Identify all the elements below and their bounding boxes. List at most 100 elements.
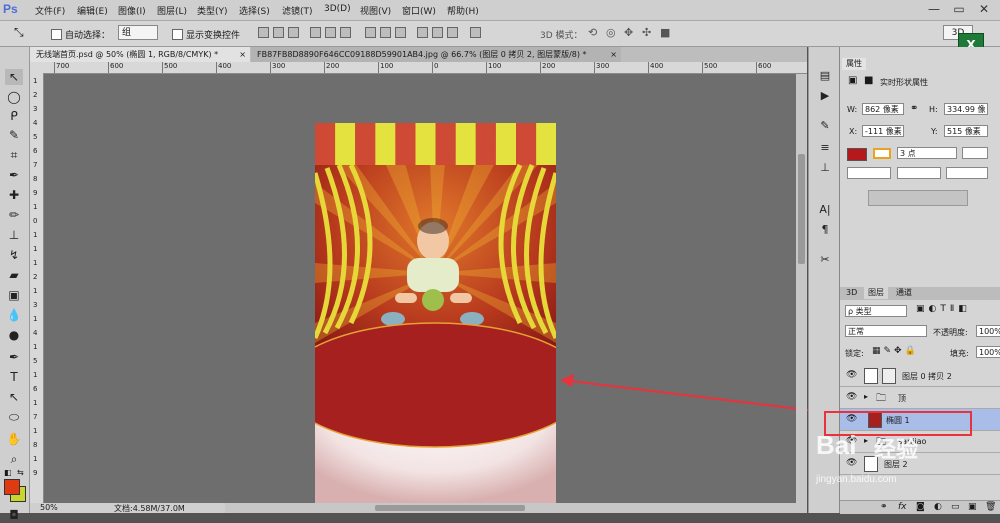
zoom-tool-icon[interactable]: ⌕	[5, 451, 23, 467]
horizontal-scroll-thumb[interactable]	[375, 505, 525, 511]
menu-file[interactable]: 文件(F)	[35, 4, 65, 17]
link-dimensions-icon[interactable]: ⚭	[910, 103, 918, 114]
vertical-scrollbar[interactable]	[796, 74, 807, 503]
move-tool-icon[interactable]: ↖	[5, 69, 23, 85]
tab-channels[interactable]: 通道	[892, 287, 916, 299]
mask-properties-icon[interactable]: ■	[864, 75, 873, 86]
menu-image[interactable]: 图像(I)	[118, 4, 146, 17]
menu-edit[interactable]: 编辑(E)	[77, 4, 108, 17]
adjustment-icon[interactable]: ◐	[934, 502, 942, 512]
brush-panel-icon[interactable]: ✎	[817, 119, 833, 133]
visibility-eye-icon[interactable]: 👁	[846, 392, 857, 402]
y-field[interactable]: 515 像素	[944, 125, 988, 137]
lock-icons[interactable]: ▦✎✥🔒	[872, 346, 919, 356]
layer-name[interactable]: 图层 0 拷贝 2	[902, 371, 952, 382]
crop-tool-icon[interactable]: ⌗	[5, 147, 23, 163]
menu-window[interactable]: 窗口(W)	[402, 4, 436, 17]
quick-mask-icon[interactable]: ◘	[5, 507, 23, 523]
visibility-eye-icon[interactable]: 👁	[846, 370, 857, 380]
foreground-color-swatch[interactable]	[4, 479, 20, 495]
stroke-size-field[interactable]: 3 点	[897, 147, 957, 159]
3d-roll-icon[interactable]: ◎	[606, 26, 616, 39]
layer-name[interactable]: 顶	[898, 393, 906, 404]
auto-select-dropdown[interactable]: 组	[118, 25, 158, 40]
vertical-scroll-thumb[interactable]	[798, 154, 805, 264]
align-hcenter-icon[interactable]	[325, 27, 336, 38]
layer-filter-dropdown[interactable]: ρ 类型	[845, 305, 907, 317]
auto-select-checkbox[interactable]	[51, 29, 62, 40]
stroke-type-dropdown[interactable]	[962, 147, 988, 159]
3d-slide-icon[interactable]: ✣	[642, 26, 651, 39]
x-field[interactable]: -111 像素	[862, 125, 904, 137]
tab-active-document[interactable]: 无线端首页.psd @ 50% (椭圆 1, RGB/8/CMYK) * ×	[30, 47, 250, 62]
menu-help[interactable]: 帮助(H)	[447, 4, 479, 17]
align-top-icon[interactable]	[258, 27, 269, 38]
3d-rotate-icon[interactable]: ⟲	[588, 26, 597, 39]
brush-presets-icon[interactable]: ≡	[817, 141, 833, 155]
height-field[interactable]: 334.99 像	[944, 103, 988, 115]
auto-align-icon[interactable]	[470, 27, 481, 38]
marquee-tool-icon[interactable]: ◯	[5, 89, 23, 105]
distribute-top-icon[interactable]	[365, 27, 376, 38]
healing-brush-tool-icon[interactable]: ✚	[5, 187, 23, 203]
distribute-vcenter-icon[interactable]	[380, 27, 391, 38]
minimize-button[interactable]: —	[923, 1, 945, 17]
history-panel-icon[interactable]: ▤	[817, 69, 833, 83]
show-transform-checkbox[interactable]	[172, 29, 183, 40]
layer-filter-icons[interactable]: ▣◐TⅡ◧	[916, 304, 971, 314]
blend-mode-dropdown[interactable]: 正常	[845, 325, 927, 337]
pen-tool-icon[interactable]: ✒	[5, 349, 23, 365]
type-tool-icon[interactable]: T	[5, 369, 23, 385]
restore-button[interactable]: ▭	[948, 1, 970, 17]
folder-icon[interactable]: ▭	[951, 502, 960, 512]
brush-tool-icon[interactable]: ✏	[5, 207, 23, 223]
menu-layer[interactable]: 图层(L)	[157, 4, 187, 17]
menu-filter[interactable]: 滤镜(T)	[282, 4, 313, 17]
new-layer-icon[interactable]: ▣	[968, 502, 977, 512]
move-tool-icon[interactable]: ⤡	[14, 25, 24, 40]
character-panel-icon[interactable]: A|	[817, 203, 833, 217]
tab-second-document[interactable]: FB87FB8D8890F646CC09188D59901AB4.jpg @ 6…	[251, 47, 621, 62]
zoom-level[interactable]: 50%	[40, 503, 58, 512]
tab-3d[interactable]: 3D	[842, 287, 861, 299]
fill-color-swatch[interactable]	[847, 148, 867, 161]
tab-close-icon[interactable]: ×	[239, 47, 246, 62]
corner-type-dropdown[interactable]	[946, 167, 988, 179]
menu-view[interactable]: 视图(V)	[360, 4, 391, 17]
horizontal-ruler[interactable]: 700 600 500 400 300 200 100 0 100 200 300 400 500 600…	[44, 62, 807, 74]
path-select-tool-icon[interactable]: ↖	[5, 389, 23, 405]
close-button[interactable]: ✕	[973, 1, 995, 17]
path-operations[interactable]	[868, 190, 968, 206]
document-canvas[interactable]	[315, 123, 556, 503]
align-vcenter-icon[interactable]	[273, 27, 284, 38]
eraser-tool-icon[interactable]: ▰	[5, 267, 23, 283]
stroke-color-swatch[interactable]	[873, 148, 891, 159]
layer-row[interactable]: 👁 图层 0 拷贝 2	[840, 365, 1000, 387]
tab-close-icon[interactable]: ×	[610, 47, 617, 62]
quick-select-tool-icon[interactable]: ✎	[5, 127, 23, 143]
distribute-right-icon[interactable]	[447, 27, 458, 38]
distribute-bottom-icon[interactable]	[395, 27, 406, 38]
expand-arrow-icon[interactable]: ▸	[864, 392, 868, 401]
swap-colors-icon[interactable]: ⇆	[17, 468, 24, 477]
cap-type-dropdown[interactable]	[897, 167, 941, 179]
fill-field[interactable]: 100%	[976, 346, 1000, 358]
fx-icon[interactable]: fx	[898, 502, 907, 512]
actions-panel-icon[interactable]: ▶	[817, 89, 833, 103]
blur-tool-icon[interactable]: 💧	[5, 307, 23, 323]
align-stroke-dropdown[interactable]	[847, 167, 891, 179]
eyedropper-tool-icon[interactable]: ✒	[5, 167, 23, 183]
mask-icon[interactable]: ◙	[916, 502, 925, 512]
clone-source-icon[interactable]: ⊥	[817, 161, 833, 175]
tab-layers[interactable]: 图层	[864, 287, 888, 299]
menu-3d[interactable]: 3D(D)	[324, 4, 351, 14]
opacity-field[interactable]: 100%	[976, 325, 1000, 337]
lasso-tool-icon[interactable]: ᑭ	[5, 108, 23, 124]
clone-stamp-tool-icon[interactable]: ⊥	[5, 227, 23, 243]
ellipse-tool-icon[interactable]: ⬭	[5, 409, 23, 425]
trash-icon[interactable]: 🗑	[985, 502, 996, 512]
gradient-tool-icon[interactable]: ▣	[5, 287, 23, 303]
width-field[interactable]: 862 像素	[862, 103, 904, 115]
align-left-icon[interactable]	[310, 27, 321, 38]
3d-scale-icon[interactable]: ■	[660, 26, 670, 39]
